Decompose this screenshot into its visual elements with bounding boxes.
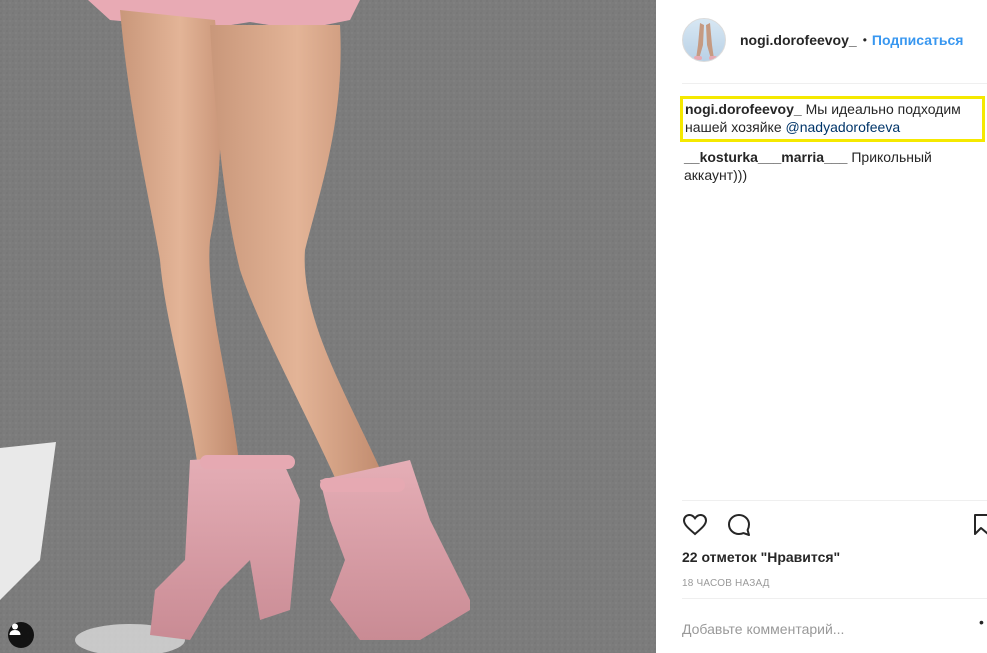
actions-divider <box>682 500 987 501</box>
comment-button[interactable] <box>726 512 752 543</box>
list-item: __kosturka___marria___ Прикольный аккаун… <box>682 148 987 184</box>
tag-people-button[interactable] <box>8 622 34 648</box>
post-side-panel: nogi.dorofeevoy_ • Подписаться nogi.doro… <box>657 0 987 653</box>
caption-username[interactable]: nogi.dorofeevoy_ <box>685 101 802 117</box>
follow-button[interactable]: Подписаться <box>872 32 964 48</box>
action-bar <box>682 512 987 542</box>
more-options-button[interactable]: • <box>979 614 984 630</box>
add-comment-input[interactable] <box>682 615 972 643</box>
save-button[interactable] <box>974 512 987 543</box>
comment-divider <box>682 598 987 599</box>
photo-illustration <box>0 0 656 653</box>
avatar-image <box>694 23 717 60</box>
separator-dot: • <box>862 33 867 47</box>
caption-mention[interactable]: @nadyadorofeeva <box>786 119 901 135</box>
tag-people-icon <box>9 623 21 635</box>
caption-highlight: nogi.dorofeevoy_ Мы идеально подходим на… <box>680 96 985 142</box>
heart-icon <box>682 513 708 536</box>
post-header: nogi.dorofeevoy_ • Подписаться <box>682 18 987 62</box>
comment-username[interactable]: __kosturka___marria___ <box>684 149 847 165</box>
caption-comment: nogi.dorofeevoy_ Мы идеально подходим на… <box>683 100 980 136</box>
post-timestamp[interactable]: 18 часов назад <box>682 578 770 589</box>
comment-icon <box>728 514 750 536</box>
likes-count[interactable]: 22 отметок "Нравится" <box>682 549 840 565</box>
bookmark-icon <box>974 514 987 535</box>
avatar[interactable] <box>682 18 726 62</box>
comments-list: nogi.dorofeevoy_ Мы идеально подходим на… <box>680 96 987 184</box>
header-username[interactable]: nogi.dorofeevoy_ <box>740 32 857 48</box>
like-button[interactable] <box>682 512 708 543</box>
header-divider <box>682 83 987 84</box>
post-photo[interactable] <box>0 0 656 653</box>
